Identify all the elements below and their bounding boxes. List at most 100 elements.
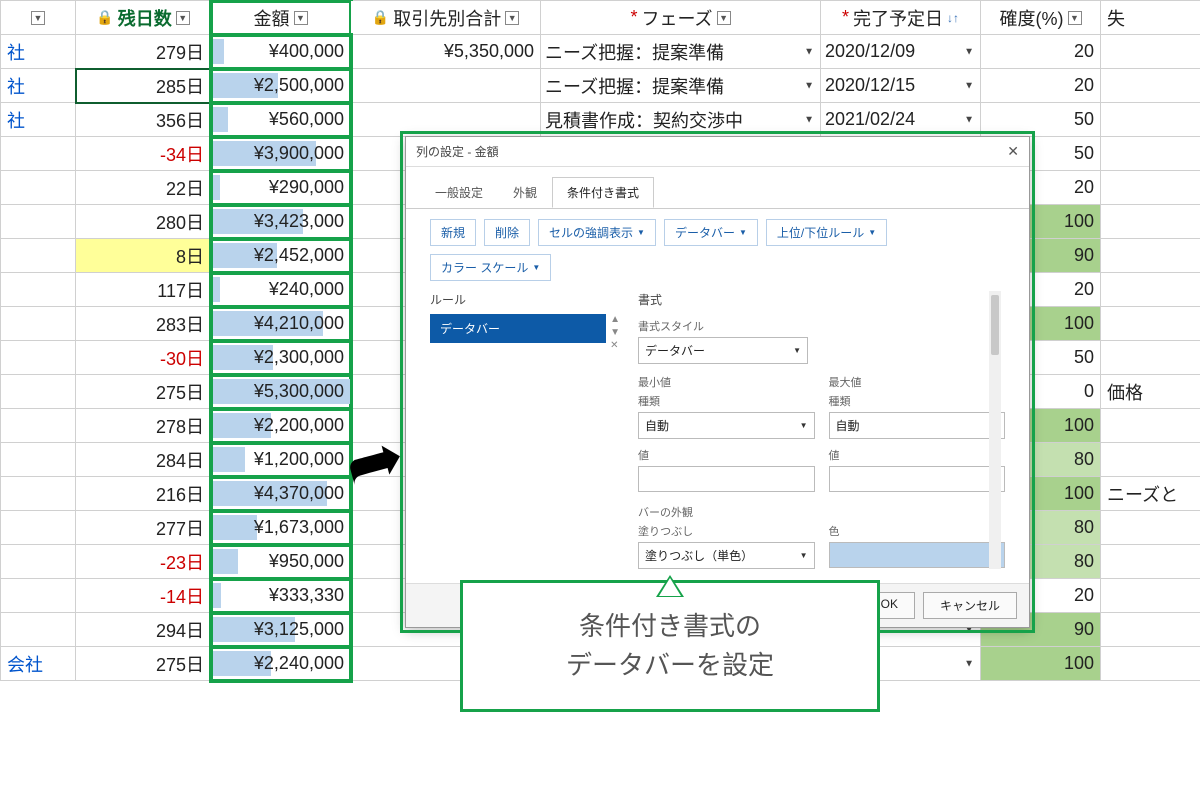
company-cell[interactable]: 社 bbox=[1, 35, 76, 69]
company-cell[interactable] bbox=[1, 613, 76, 647]
company-cell[interactable] bbox=[1, 579, 76, 613]
extra-cell[interactable] bbox=[1101, 273, 1200, 307]
col-header-prob[interactable]: 確度(%)▼ bbox=[981, 1, 1101, 35]
company-cell[interactable] bbox=[1, 409, 76, 443]
amount-cell[interactable]: ¥2,300,000 bbox=[211, 341, 351, 375]
amount-cell[interactable]: ¥1,200,000 bbox=[211, 443, 351, 477]
extra-cell[interactable] bbox=[1101, 579, 1200, 613]
days-cell[interactable]: -23日 bbox=[76, 545, 211, 579]
probability-cell[interactable]: 100 bbox=[981, 647, 1101, 681]
amount-cell[interactable]: ¥3,900,000 bbox=[211, 137, 351, 171]
cancel-button[interactable]: キャンセル bbox=[923, 592, 1017, 619]
highlight-button[interactable]: セルの強調表示▼ bbox=[538, 219, 656, 246]
style-select[interactable]: データバー▼ bbox=[638, 337, 808, 364]
rule-item-databar[interactable]: データバー bbox=[430, 314, 606, 343]
days-cell[interactable]: 279日 bbox=[76, 35, 211, 69]
sort-icon[interactable]: ↓↑ bbox=[947, 11, 959, 25]
amount-cell[interactable]: ¥3,423,000 bbox=[211, 205, 351, 239]
amount-cell[interactable]: ¥950,000 bbox=[211, 545, 351, 579]
col-header-lost[interactable]: 失 bbox=[1101, 1, 1200, 35]
days-cell[interactable]: 275日 bbox=[76, 647, 211, 681]
probability-cell[interactable]: 20 bbox=[981, 69, 1101, 103]
company-cell[interactable]: 社 bbox=[1, 103, 76, 137]
tab-appearance[interactable]: 外観 bbox=[498, 177, 552, 208]
extra-cell[interactable] bbox=[1101, 205, 1200, 239]
days-cell[interactable]: 284日 bbox=[76, 443, 211, 477]
amount-cell[interactable]: ¥560,000 bbox=[211, 103, 351, 137]
filter-icon[interactable]: ▼ bbox=[176, 11, 190, 25]
company-cell[interactable] bbox=[1, 341, 76, 375]
company-cell[interactable] bbox=[1, 205, 76, 239]
date-cell[interactable]: 2021/02/24▼ bbox=[821, 103, 981, 137]
col-header-total[interactable]: 🔒取引先別合計▼ bbox=[351, 1, 541, 35]
extra-cell[interactable]: ニーズと bbox=[1101, 477, 1200, 511]
total-cell[interactable] bbox=[351, 69, 541, 103]
days-cell[interactable]: 285日 bbox=[76, 69, 211, 103]
tab-general[interactable]: 一般設定 bbox=[420, 177, 498, 208]
scrollbar[interactable] bbox=[989, 291, 1001, 569]
amount-cell[interactable]: ¥333,330 bbox=[211, 579, 351, 613]
company-cell[interactable] bbox=[1, 443, 76, 477]
company-cell[interactable]: 社 bbox=[1, 69, 76, 103]
total-cell[interactable]: ¥5,350,000 bbox=[351, 35, 541, 69]
col-header-blank[interactable]: ▼ bbox=[1, 1, 76, 35]
min-type-select[interactable]: 自動▼ bbox=[638, 412, 815, 439]
move-down-icon[interactable]: ▼ bbox=[610, 327, 620, 338]
table-row[interactable]: 社285日¥2,500,000ニーズ把握：提案準備▼2020/12/15▼20 bbox=[1, 69, 1200, 103]
extra-cell[interactable] bbox=[1101, 341, 1200, 375]
close-icon[interactable]: ✕ bbox=[1007, 143, 1019, 160]
extra-cell[interactable] bbox=[1101, 307, 1200, 341]
col-header-phase[interactable]: *フェーズ▼ bbox=[541, 1, 821, 35]
days-cell[interactable]: -14日 bbox=[76, 579, 211, 613]
date-cell[interactable]: 2020/12/09▼ bbox=[821, 35, 981, 69]
extra-cell[interactable] bbox=[1101, 613, 1200, 647]
days-cell[interactable]: 22日 bbox=[76, 171, 211, 205]
extra-cell[interactable] bbox=[1101, 239, 1200, 273]
amount-cell[interactable]: ¥4,370,000 bbox=[211, 477, 351, 511]
amount-cell[interactable]: ¥2,200,000 bbox=[211, 409, 351, 443]
extra-cell[interactable] bbox=[1101, 647, 1200, 681]
extra-cell[interactable] bbox=[1101, 409, 1200, 443]
col-header-amount[interactable]: 金額▼ bbox=[211, 1, 351, 35]
extra-cell[interactable] bbox=[1101, 511, 1200, 545]
extra-cell[interactable] bbox=[1101, 103, 1200, 137]
days-cell[interactable]: 216日 bbox=[76, 477, 211, 511]
days-cell[interactable]: 280日 bbox=[76, 205, 211, 239]
move-up-icon[interactable]: ▲ bbox=[610, 314, 620, 325]
filter-icon[interactable]: ▼ bbox=[717, 11, 731, 25]
days-cell[interactable]: 294日 bbox=[76, 613, 211, 647]
topbottom-button[interactable]: 上位/下位ルール▼ bbox=[766, 219, 887, 246]
colorscale-button[interactable]: カラー スケール▼ bbox=[430, 254, 551, 281]
extra-cell[interactable] bbox=[1101, 545, 1200, 579]
amount-cell[interactable]: ¥400,000 bbox=[211, 35, 351, 69]
amount-cell[interactable]: ¥2,240,000 bbox=[211, 647, 351, 681]
extra-cell[interactable] bbox=[1101, 171, 1200, 205]
table-row[interactable]: 社356日¥560,000見積書作成：契約交渉中▼2021/02/24▼50 bbox=[1, 103, 1200, 137]
days-cell[interactable]: 8日 bbox=[76, 239, 211, 273]
col-header-days[interactable]: 🔒残日数▼ bbox=[76, 1, 211, 35]
days-cell[interactable]: 356日 bbox=[76, 103, 211, 137]
amount-cell[interactable]: ¥5,300,000 bbox=[211, 375, 351, 409]
days-cell[interactable]: 277日 bbox=[76, 511, 211, 545]
days-cell[interactable]: 283日 bbox=[76, 307, 211, 341]
min-value-input[interactable] bbox=[638, 466, 815, 492]
amount-cell[interactable]: ¥4,210,000 bbox=[211, 307, 351, 341]
company-cell[interactable] bbox=[1, 545, 76, 579]
new-rule-button[interactable]: 新規 bbox=[430, 219, 476, 246]
extra-cell[interactable] bbox=[1101, 69, 1200, 103]
amount-cell[interactable]: ¥2,452,000 bbox=[211, 239, 351, 273]
company-cell[interactable] bbox=[1, 171, 76, 205]
company-cell[interactable] bbox=[1, 273, 76, 307]
table-row[interactable]: 社279日¥400,000¥5,350,000ニーズ把握：提案準備▼2020/1… bbox=[1, 35, 1200, 69]
phase-cell[interactable]: 見積書作成：契約交渉中▼ bbox=[541, 103, 821, 137]
amount-cell[interactable]: ¥2,500,000 bbox=[211, 69, 351, 103]
company-cell[interactable] bbox=[1, 239, 76, 273]
extra-cell[interactable]: 価格 bbox=[1101, 375, 1200, 409]
phase-cell[interactable]: ニーズ把握：提案準備▼ bbox=[541, 69, 821, 103]
amount-cell[interactable]: ¥3,125,000 bbox=[211, 613, 351, 647]
days-cell[interactable]: 117日 bbox=[76, 273, 211, 307]
filter-icon[interactable]: ▼ bbox=[31, 11, 45, 25]
extra-cell[interactable] bbox=[1101, 137, 1200, 171]
company-cell[interactable] bbox=[1, 375, 76, 409]
days-cell[interactable]: -30日 bbox=[76, 341, 211, 375]
